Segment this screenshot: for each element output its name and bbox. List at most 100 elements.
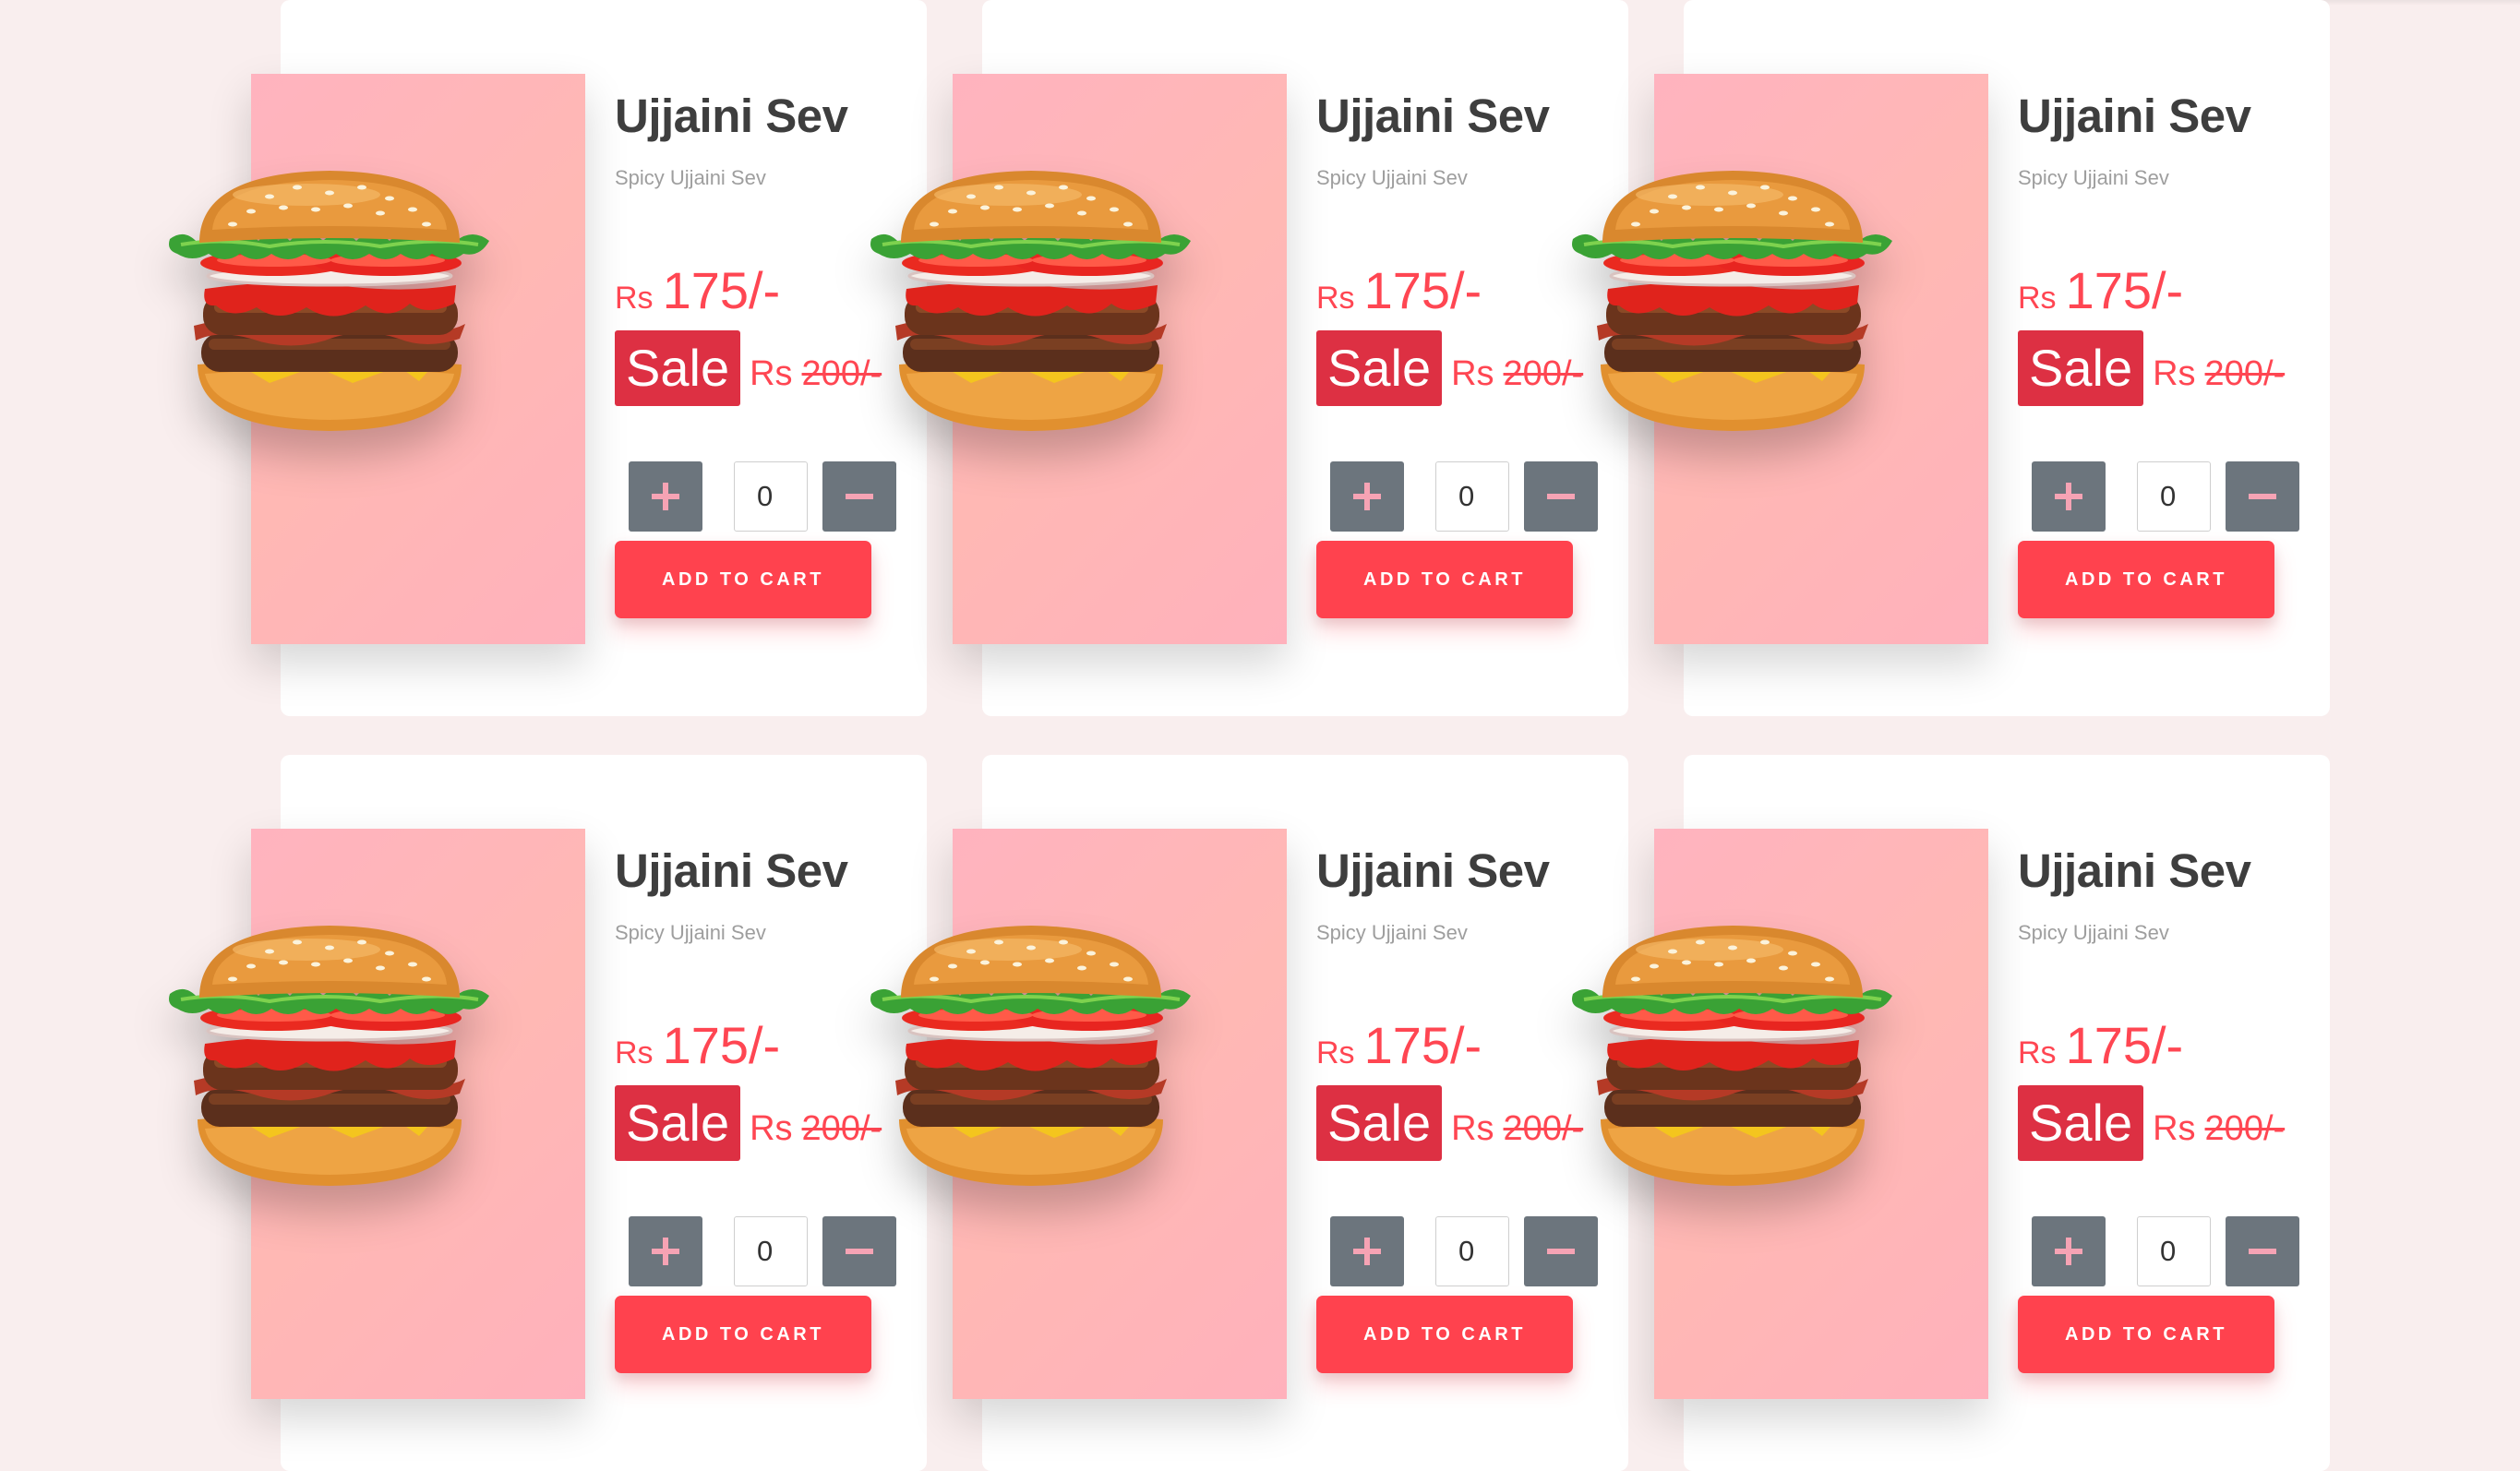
old-currency-label: Rs (750, 354, 793, 393)
quantity-stepper (1316, 1216, 1621, 1286)
quantity-stepper (2018, 1216, 2322, 1286)
old-price: Rs 200/- (1451, 354, 1583, 394)
sale-row: Sale Rs 200/- (1316, 1085, 1583, 1161)
add-to-cart-button[interactable]: ADD TO CART (2018, 541, 2274, 618)
sale-badge: Sale (2018, 330, 2144, 406)
old-price-amount: 200/- (2204, 1109, 2286, 1148)
product-image-panel (953, 74, 1287, 644)
currency-label: Rs (2018, 1035, 2057, 1070)
product-info: Ujjaini Sev Spicy Ujjaini Sev Rs 175/- Sa… (2018, 755, 2322, 1471)
decrement-button[interactable] (2226, 461, 2299, 532)
product-description: Spicy Ujjaini Sev (1316, 921, 1468, 944)
product-description: Spicy Ujjaini Sev (2018, 166, 2169, 189)
sale-row: Sale Rs 200/- (2018, 1085, 2285, 1161)
increment-button[interactable] (1330, 1216, 1404, 1286)
add-to-cart-button[interactable]: ADD TO CART (1316, 541, 1573, 618)
sale-row: Sale Rs 200/- (2018, 330, 2285, 406)
quantity-stepper (1316, 461, 1621, 532)
old-currency-label: Rs (750, 1109, 793, 1148)
decrement-button[interactable] (2226, 1216, 2299, 1286)
product-image-panel (1654, 74, 1988, 644)
sale-row: Sale Rs 200/- (1316, 330, 1583, 406)
sale-badge: Sale (615, 1085, 741, 1161)
price-amount: 175/- (2065, 1016, 2184, 1074)
sale-badge: Sale (615, 330, 741, 406)
old-currency-label: Rs (1451, 1109, 1494, 1148)
current-price: Rs 175/- (1316, 1015, 1482, 1075)
current-price: Rs 175/- (615, 1015, 780, 1075)
old-price: Rs 200/- (2153, 1109, 2285, 1149)
add-to-cart-button[interactable]: ADD TO CART (615, 1296, 871, 1373)
currency-label: Rs (2018, 281, 2057, 316)
quantity-input[interactable] (1435, 461, 1509, 532)
old-price: Rs 200/- (750, 354, 882, 394)
product-card: Ujjaini Sev Spicy Ujjaini Sev Rs 175/- Sa… (1684, 755, 2330, 1471)
currency-label: Rs (615, 1035, 654, 1070)
quantity-input[interactable] (2137, 1216, 2211, 1286)
burger-icon (168, 924, 491, 1191)
old-currency-label: Rs (1451, 354, 1494, 393)
increment-button[interactable] (1330, 461, 1404, 532)
product-description: Spicy Ujjaini Sev (1316, 166, 1468, 189)
quantity-stepper (615, 461, 919, 532)
price-amount: 175/- (662, 261, 781, 319)
increment-button[interactable] (2032, 461, 2106, 532)
product-description: Spicy Ujjaini Sev (615, 921, 766, 944)
product-title: Ujjaini Sev (615, 844, 848, 897)
burger-icon (870, 924, 1193, 1191)
sale-badge: Sale (1316, 330, 1443, 406)
old-price: Rs 200/- (750, 1109, 882, 1149)
product-title: Ujjaini Sev (2018, 90, 2251, 142)
old-currency-label: Rs (2153, 1109, 2196, 1148)
quantity-input[interactable] (734, 461, 808, 532)
quantity-stepper (615, 1216, 919, 1286)
burger-icon (1571, 169, 1894, 437)
quantity-stepper (2018, 461, 2322, 532)
quantity-input[interactable] (2137, 461, 2211, 532)
decrement-button[interactable] (822, 1216, 896, 1286)
sale-badge: Sale (1316, 1085, 1443, 1161)
product-info: Ujjaini Sev Spicy Ujjaini Sev Rs 175/- Sa… (2018, 0, 2322, 716)
price-amount: 175/- (662, 1016, 781, 1074)
old-price: Rs 200/- (1451, 1109, 1583, 1149)
product-image-panel (251, 74, 585, 644)
decrement-button[interactable] (822, 461, 896, 532)
increment-button[interactable] (629, 461, 702, 532)
product-image-panel (953, 829, 1287, 1399)
product-title: Ujjaini Sev (1316, 90, 1550, 142)
product-card: Ujjaini Sev Spicy Ujjaini Sev Rs 175/- Sa… (281, 0, 927, 716)
product-title: Ujjaini Sev (1316, 844, 1550, 897)
increment-button[interactable] (629, 1216, 702, 1286)
add-to-cart-button[interactable]: ADD TO CART (615, 541, 871, 618)
decrement-button[interactable] (1524, 1216, 1598, 1286)
current-price: Rs 175/- (2018, 260, 2183, 320)
currency-label: Rs (1316, 281, 1355, 316)
burger-icon (168, 169, 491, 437)
product-title: Ujjaini Sev (2018, 844, 2251, 897)
current-price: Rs 175/- (1316, 260, 1482, 320)
burger-icon (870, 169, 1193, 437)
product-title: Ujjaini Sev (615, 90, 848, 142)
price-amount: 175/- (1363, 261, 1482, 319)
add-to-cart-button[interactable]: ADD TO CART (1316, 1296, 1573, 1373)
add-to-cart-button[interactable]: ADD TO CART (2018, 1296, 2274, 1373)
quantity-input[interactable] (734, 1216, 808, 1286)
price-amount: 175/- (1363, 1016, 1482, 1074)
current-price: Rs 175/- (2018, 1015, 2183, 1075)
product-description: Spicy Ujjaini Sev (615, 166, 766, 189)
currency-label: Rs (1316, 1035, 1355, 1070)
sale-row: Sale Rs 200/- (615, 1085, 882, 1161)
product-description: Spicy Ujjaini Sev (2018, 921, 2169, 944)
burger-icon (1571, 924, 1894, 1191)
quantity-input[interactable] (1435, 1216, 1509, 1286)
current-price: Rs 175/- (615, 260, 780, 320)
decrement-button[interactable] (1524, 461, 1598, 532)
product-card: Ujjaini Sev Spicy Ujjaini Sev Rs 175/- Sa… (982, 755, 1628, 1471)
product-grid: Ujjaini Sev Spicy Ujjaini Sev Rs 175/- Sa… (0, 0, 2520, 1471)
product-card: Ujjaini Sev Spicy Ujjaini Sev Rs 175/- Sa… (982, 0, 1628, 716)
product-image-panel (251, 829, 585, 1399)
old-price-amount: 200/- (2204, 354, 2286, 393)
price-amount: 175/- (2065, 261, 2184, 319)
product-image-panel (1654, 829, 1988, 1399)
increment-button[interactable] (2032, 1216, 2106, 1286)
